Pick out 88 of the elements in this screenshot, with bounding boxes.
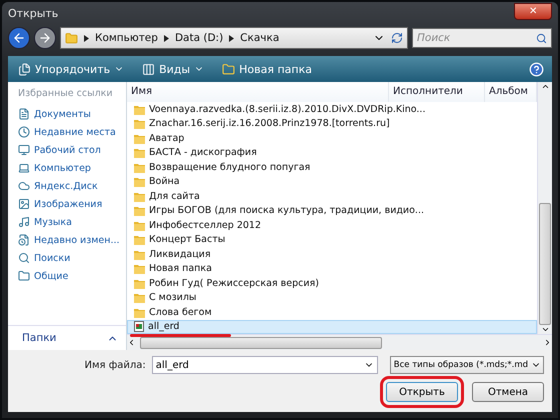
back-button[interactable] bbox=[8, 27, 30, 49]
folder-icon bbox=[134, 162, 145, 173]
folder-icon bbox=[134, 190, 145, 202]
file-row[interactable]: Znachar.16.serij.iz.16.2008.Prinz1978.[torrents.ru] bbox=[127, 116, 537, 131]
toolbar-button[interactable]: Упорядочить bbox=[16, 60, 126, 78]
laptop-icon bbox=[18, 162, 30, 174]
sidebar-item[interactable]: Яндекс.Диск bbox=[8, 177, 126, 195]
sidebar-item[interactable]: Недавно измен... bbox=[8, 231, 126, 249]
file-row[interactable]: Робин Гуд( Режиссерская версия) bbox=[127, 276, 537, 291]
folder-icon bbox=[134, 248, 145, 260]
folder-icon bbox=[134, 292, 145, 304]
folder-icon bbox=[134, 132, 145, 144]
file-type-dropdown[interactable]: Все типы образов (*.mds;*.md bbox=[390, 356, 544, 374]
file-row[interactable]: Voennaya.razvedka.(8.serii.iz.8).2010.DivX.DVDRip.Kino... bbox=[127, 102, 537, 116]
folder-icon bbox=[134, 220, 145, 231]
scroll-left-icon[interactable] bbox=[127, 338, 136, 347]
sidebar-item[interactable]: Изображения bbox=[8, 195, 126, 213]
sidebar-heading: Избранные ссылки bbox=[17, 87, 114, 101]
columns-icon bbox=[142, 62, 156, 76]
folders-toggle[interactable]: Папки bbox=[22, 332, 56, 344]
file-row[interactable]: Возвращение блудного попугая bbox=[127, 160, 537, 174]
breadcrumb[interactable]: Скачка bbox=[240, 32, 280, 44]
forward-button[interactable] bbox=[34, 27, 56, 49]
folder-icon bbox=[134, 263, 145, 274]
scroll-right-icon[interactable] bbox=[543, 338, 552, 347]
file-clock-icon bbox=[18, 234, 30, 246]
folder-icon bbox=[222, 62, 236, 76]
folder-icon bbox=[134, 147, 145, 158]
arrow-icon bbox=[164, 34, 169, 42]
file-row[interactable]: Инфобестселлер 2012 bbox=[127, 218, 537, 232]
column-header[interactable]: Исполнители bbox=[389, 82, 485, 102]
monitor-icon bbox=[18, 144, 30, 156]
image-icon bbox=[18, 198, 30, 210]
filename-field[interactable]: all_erd bbox=[152, 356, 378, 374]
file-row[interactable]: Война bbox=[127, 174, 537, 189]
scroll-down-icon[interactable] bbox=[540, 325, 550, 334]
file-row[interactable]: Игры БОГОВ (для поиска культура, традиции, видио... bbox=[127, 203, 537, 218]
folder-icon bbox=[134, 205, 145, 216]
refresh-icon[interactable] bbox=[391, 32, 403, 44]
vertical-scrollbar[interactable] bbox=[537, 82, 552, 334]
search-icon bbox=[536, 32, 547, 44]
file-row[interactable]: Концерт Басты bbox=[127, 232, 537, 248]
address-bar[interactable]: Компьютер Data (D:) Скачка bbox=[60, 27, 408, 49]
sidebar-item[interactable]: Рабочий стол bbox=[8, 141, 126, 159]
music-icon bbox=[18, 216, 30, 228]
window-title: Открыть bbox=[8, 6, 58, 20]
toolbar-button[interactable]: Новая папка bbox=[220, 60, 314, 78]
scroll-up-icon[interactable] bbox=[540, 82, 550, 91]
help-icon[interactable] bbox=[529, 62, 544, 76]
sidebar-item[interactable]: Поиски bbox=[8, 249, 126, 267]
cloud-icon bbox=[18, 180, 30, 192]
breadcrumb[interactable]: Data (D:) bbox=[174, 32, 224, 44]
sidebar-item[interactable]: Общие bbox=[8, 267, 126, 285]
file-row[interactable]: С мозилы bbox=[127, 290, 537, 306]
folder-icon bbox=[134, 306, 145, 318]
file-icon bbox=[134, 321, 144, 332]
file-row[interactable]: Слова бегом bbox=[127, 305, 537, 320]
horizontal-scrollbar[interactable] bbox=[127, 334, 552, 350]
toolbar-button[interactable]: Виды bbox=[140, 60, 206, 78]
file-row[interactable]: Аватар bbox=[127, 130, 537, 146]
search-icon bbox=[18, 252, 30, 264]
clock-icon bbox=[18, 126, 30, 138]
file-row[interactable]: Ликвидация bbox=[127, 247, 537, 262]
sidebar-item[interactable]: Документы bbox=[8, 105, 126, 123]
folder-icon bbox=[134, 118, 145, 130]
folder-icon bbox=[134, 176, 145, 188]
file-row[interactable]: Для сайта bbox=[127, 188, 537, 204]
folder-icon bbox=[18, 270, 30, 282]
folder-icon bbox=[134, 278, 145, 289]
arrow-icon bbox=[229, 34, 234, 42]
breadcrumb[interactable]: Компьютер bbox=[95, 32, 158, 44]
forward-arrow-icon bbox=[38, 31, 52, 45]
file-row[interactable]: Новая папка bbox=[127, 262, 537, 276]
file-row[interactable]: all_erd bbox=[127, 320, 537, 334]
cancel-button[interactable]: Отмена bbox=[472, 382, 544, 402]
document-icon bbox=[18, 108, 30, 120]
sidebar-item[interactable]: Компьютер bbox=[8, 159, 126, 177]
folder-icon bbox=[134, 234, 145, 246]
folder-icon bbox=[134, 104, 145, 115]
filename-label: Имя файла: bbox=[84, 360, 146, 370]
file-row[interactable]: БАСТА - дискография bbox=[127, 145, 537, 160]
folder-icon bbox=[65, 32, 78, 44]
arrow-icon bbox=[84, 34, 89, 42]
column-header[interactable]: Альбом bbox=[485, 82, 537, 102]
column-header[interactable]: Имя bbox=[127, 82, 389, 102]
pages-icon bbox=[18, 62, 31, 76]
sidebar-item[interactable]: Музыка bbox=[8, 213, 126, 231]
sidebar-item[interactable]: Недавние места bbox=[8, 123, 126, 141]
